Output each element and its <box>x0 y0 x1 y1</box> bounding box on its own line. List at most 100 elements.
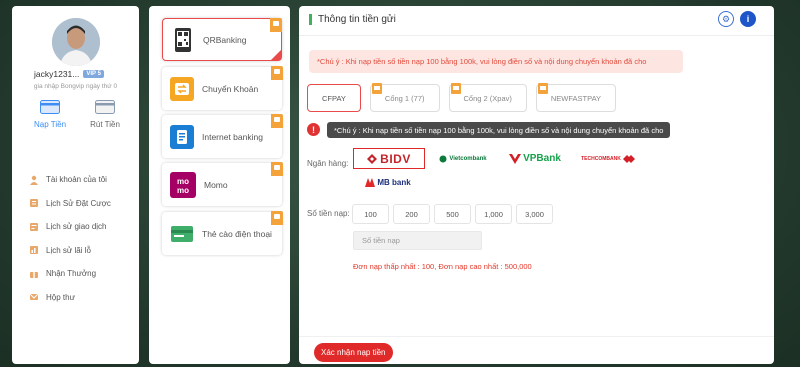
channel-tabs: CFPAY Cổng 1 (77) Cổng 2 (Xpav) NEWFASTP… <box>307 83 617 112</box>
menu-label: Lịch sử lãi lỗ <box>46 245 91 255</box>
method-internet-banking[interactable]: Internet banking <box>162 114 283 158</box>
method-label: Momo <box>204 179 228 190</box>
tab-cong-1[interactable]: Cổng 1 (77) <box>369 83 440 112</box>
transaction-history-icon <box>30 222 38 231</box>
amount-option[interactable]: 3,000 <box>516 204 553 224</box>
bank-bidv[interactable]: BIDV <box>353 148 425 169</box>
menu-label: Tài khoản của tôi <box>46 175 107 185</box>
svg-text:mo: mo <box>177 177 189 186</box>
deposit-notice: *Chú ý : Khi nạp tiền số tiền nạp 100 bằ… <box>309 50 683 73</box>
warning-icon: ! <box>307 123 320 136</box>
tab-label: NEWFASTPAY <box>550 93 602 103</box>
menu-item-bet-history[interactable]: Lịch Sử Đặt Cược <box>29 192 139 216</box>
menu-item-account[interactable]: Tài khoản của tôi <box>29 168 139 192</box>
menu-label: Lịch Sử Đặt Cược <box>46 198 111 208</box>
amount-option[interactable]: 200 <box>393 204 430 224</box>
bidv-logo-icon <box>367 153 378 164</box>
menu-label: Hộp thư <box>46 292 75 302</box>
vpbank-logo-icon <box>509 153 522 164</box>
promo-flag-icon <box>270 18 282 32</box>
bank-name: BIDV <box>380 151 411 166</box>
momo-icon: mo mo <box>170 171 196 198</box>
promo-flag-icon <box>271 114 283 128</box>
bank-label: Ngân hàng: <box>307 159 349 168</box>
notice-tooltip: *Chú ý : Khi nạp tiền số tiền nạp 100 bằ… <box>327 122 671 138</box>
bet-history-icon <box>30 199 38 208</box>
method-transfer[interactable]: Chuyển Khoản <box>162 66 283 110</box>
selected-corner-icon <box>271 50 281 60</box>
promo-flag-icon <box>271 162 283 176</box>
menu-item-profit-loss[interactable]: Lịch sử lãi lỗ <box>29 239 139 263</box>
menu-label: Lịch sử giao dịch <box>46 222 107 232</box>
menu-item-reward[interactable]: Nhận Thưởng <box>29 262 139 286</box>
internet-banking-icon <box>170 124 194 149</box>
deposit-info-panel: Thông tin tiền gửi ⚙ i *Chú ý : Khi nạp … <box>299 6 774 364</box>
method-phone-card[interactable]: Thẻ cào điện thoại <box>162 211 283 255</box>
promo-flag-icon <box>271 211 283 225</box>
techcombank-logo-icon <box>622 154 635 163</box>
tab-cfpay[interactable]: CFPAY <box>307 84 361 112</box>
amount-option[interactable]: 500 <box>434 204 471 224</box>
tab-cong-2[interactable]: Cổng 2 (Xpav) <box>448 83 527 112</box>
username: jacky1231... <box>34 69 80 79</box>
bank-mbbank[interactable]: MB bank <box>359 172 417 193</box>
mailbox-icon <box>29 293 39 301</box>
withdraw-card-icon <box>95 100 116 114</box>
amount-label: Số tiền nạp: <box>307 209 350 218</box>
menu-item-mailbox[interactable]: Hộp thư <box>29 286 139 310</box>
reward-icon <box>30 269 38 278</box>
vietcombank-logo-icon <box>439 155 447 162</box>
transfer-icon <box>170 76 194 101</box>
tab-label: Cổng 2 (Xpav) <box>463 93 512 103</box>
withdraw-button[interactable]: Rút Tiền <box>90 100 120 129</box>
promo-flag-icon <box>371 83 382 94</box>
method-qrbanking[interactable]: QRBanking <box>162 18 282 61</box>
header-divider <box>299 35 774 36</box>
deposit-button[interactable]: Nạp Tiền <box>34 100 66 129</box>
account-icon <box>30 175 38 185</box>
method-label: Thẻ cào điện thoại <box>202 228 272 239</box>
amount-input[interactable] <box>353 231 482 250</box>
info-icon[interactable]: i <box>740 11 756 27</box>
deposit-label: Nạp Tiền <box>34 120 67 129</box>
join-info: gia nhập Bongvip ngày thứ 0 <box>33 83 118 90</box>
menu-item-transaction-history[interactable]: Lịch sử giao dịch <box>29 215 139 239</box>
method-label: QRBanking <box>203 34 247 45</box>
tab-label: Cổng 1 (77) <box>384 93 425 103</box>
method-label: Internet banking <box>202 131 263 142</box>
method-momo[interactable]: mo mo Momo <box>162 162 283 206</box>
tab-newfastpay[interactable]: NEWFASTPAY <box>535 83 617 112</box>
amount-presets: 100 200 500 1,000 3,000 <box>352 204 553 224</box>
bank-name: VPBank <box>523 153 561 164</box>
title-accent-bar <box>309 14 312 25</box>
payment-methods-panel: QRBanking Chuyển Khoản Internet banking … <box>149 6 290 364</box>
footer-divider <box>299 336 774 337</box>
page-title: Thông tin tiền gửi <box>318 14 396 25</box>
settings-icon[interactable]: ⚙ <box>718 11 734 27</box>
bank-vietcombank[interactable]: Vietcombank <box>435 148 491 169</box>
vip-badge: VIP 5 <box>83 70 104 78</box>
user-sidebar: jacky1231... VIP 5 gia nhập Bongvip ngày… <box>12 6 139 364</box>
method-label: Chuyển Khoản <box>202 83 259 94</box>
promo-flag-icon <box>271 66 283 80</box>
bank-vpbank[interactable]: VPBank <box>505 148 565 169</box>
bank-name: MB bank <box>377 178 411 187</box>
bank-techcombank[interactable]: TECHCOMBANK <box>577 148 639 169</box>
amount-option[interactable]: 100 <box>352 204 389 224</box>
promo-flag-icon <box>450 83 461 94</box>
confirm-deposit-button[interactable]: Xác nhận nạp tiền <box>314 343 393 362</box>
promo-flag-icon <box>537 83 548 94</box>
deposit-limits: Đơn nạp thấp nhất : 100, Đơn nạp cao nhấ… <box>353 262 532 271</box>
phone-card-icon <box>170 222 194 246</box>
deposit-card-icon <box>40 100 61 114</box>
menu-label: Nhận Thưởng <box>46 269 97 279</box>
tab-label: CFPAY <box>322 93 346 103</box>
amount-option[interactable]: 1,000 <box>475 204 512 224</box>
bank-name: TECHCOMBANK <box>581 155 621 162</box>
bank-name: Vietcombank <box>449 155 487 162</box>
withdraw-label: Rút Tiền <box>90 120 120 129</box>
profit-loss-icon <box>30 246 38 255</box>
svg-text:mo: mo <box>177 186 189 195</box>
qr-icon <box>171 27 195 52</box>
avatar[interactable] <box>52 18 100 66</box>
